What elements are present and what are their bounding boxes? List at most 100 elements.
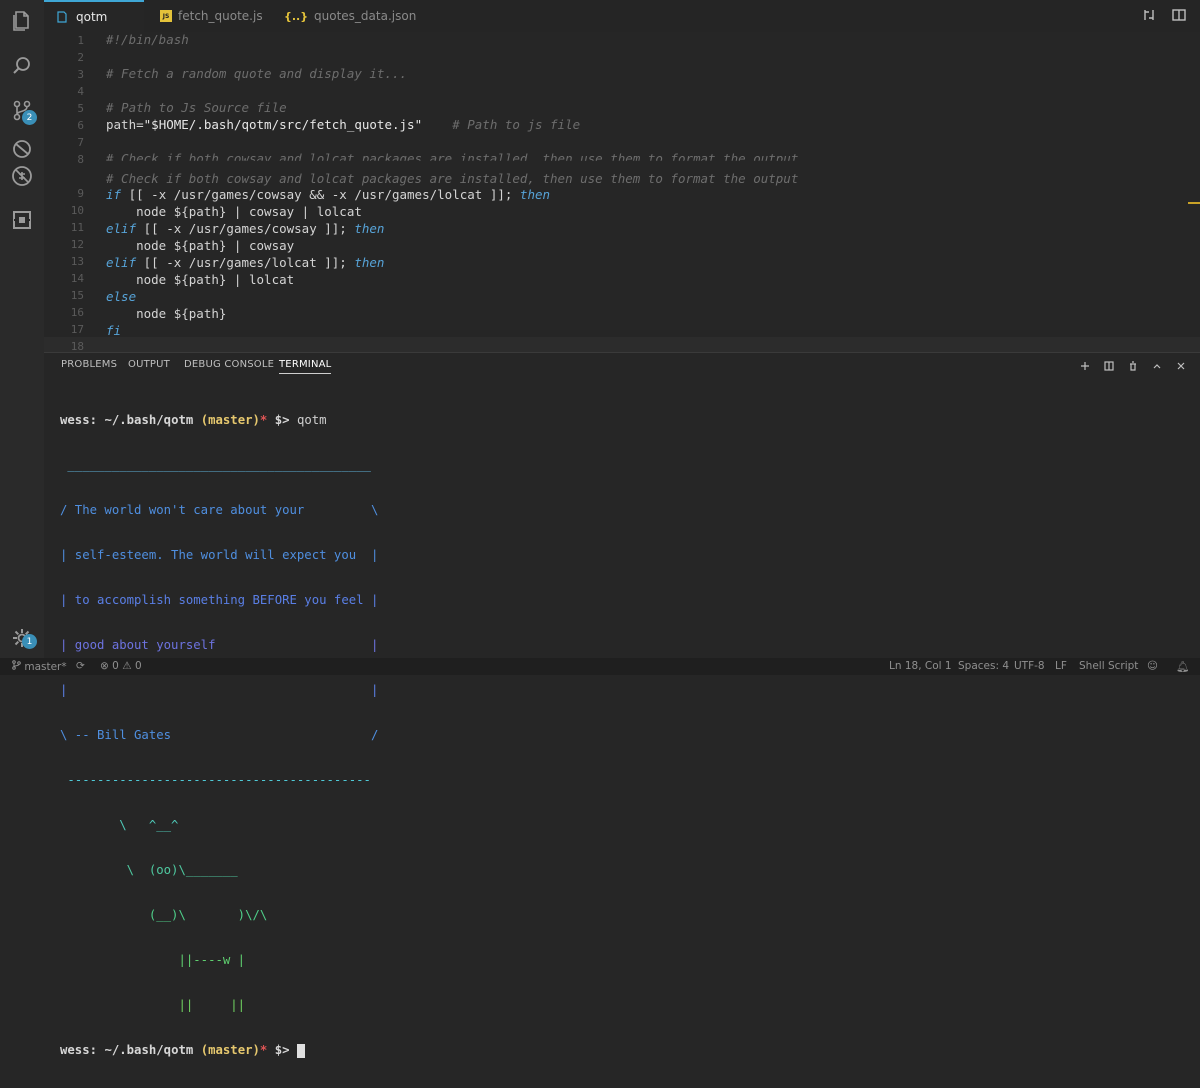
line-number: 5 [77,102,84,115]
line-number: 8 [77,153,84,166]
tab-problems[interactable]: PROBLEMS [61,359,117,370]
line-number: 11 [70,221,84,234]
cursor-position[interactable]: Ln 18, Col 1 [889,660,952,672]
debug-icon[interactable] [0,136,44,158]
terminal-prompt-line: wess: ~/.bash/qotm (master)* $> [60,1043,378,1058]
code-line-11: elif [[ -x /usr/games/cowsay ]]; then [106,221,384,236]
tab-fetch-quote[interactable]: JS fetch_quote.js [160,0,263,32]
add-terminal-icon[interactable] [1080,361,1090,371]
scm-count-badge: 2 [22,110,37,125]
code-line-17: fi [106,323,122,338]
js-file-icon: JS [160,10,172,22]
prompt-user: wess: [60,413,98,427]
tab-label: quotes_data.json [314,9,417,23]
line-number: 14 [70,272,84,285]
source-control-icon[interactable]: 2 [0,90,44,130]
branch-name: master* [24,661,67,673]
cowsay-line: \ (oo)\_______ [60,863,238,877]
code-line-16: node ${path} [106,306,227,321]
line-number: 3 [77,68,84,81]
code-token: [[ -x /usr/games/cowsay && -x /usr/games… [121,187,520,202]
code-editor[interactable]: 1 2 3 4 5 6 7 8 9 10 11 12 13 14 15 16 1… [44,32,1200,354]
prompt-dirty: * [259,413,268,427]
code-line-8: # Check if both cowsay and lolcat packag… [106,151,799,166]
code-string: "$HOME/.bash/qotm/src/fetch_quote.js" [143,117,423,132]
code-line-9: if [[ -x /usr/games/cowsay && -x /usr/ga… [106,187,550,202]
error-icon: ⊗ [100,660,109,672]
code-token: path= [106,117,144,132]
bottom-panel: PROBLEMS OUTPUT DEBUG CONSOLE TERMINAL w… [44,352,1200,1058]
remote-explorer-icon[interactable] [0,200,44,240]
code-comment: # Path to js file [452,117,581,132]
close-panel-icon[interactable] [1176,361,1186,371]
encoding[interactable]: UTF-8 [1014,660,1045,672]
line-number: 1 [77,34,84,47]
prompt-branch: (master) [200,413,260,427]
terminal-prompt-line: wess: ~/.bash/qotm (master)* $> qotm [60,413,378,428]
tab-quotes-data[interactable]: {..} quotes_data.json [284,0,416,32]
code-keyword: then [354,255,385,270]
sync-icon[interactable]: ⟳ [76,660,85,672]
search-icon[interactable] [0,46,44,86]
prompt-path: ~/.bash/qotm [104,1043,194,1057]
terminal[interactable]: wess: ~/.bash/qotm (master)* $> qotm ___… [60,383,378,1088]
code-line-12: node ${path} | cowsay [106,238,295,253]
explorer-icon[interactable] [0,0,44,40]
tab-debug-console[interactable]: DEBUG CONSOLE [184,359,274,370]
cowsay-line: ||----w | [60,953,246,967]
code-line-6: path="$HOME/.bash/qotm/src/fetch_quote.j… [106,117,580,132]
code-keyword: then [354,221,385,236]
code-token: [[ -x /usr/games/lolcat ]]; [136,255,355,270]
line-ending[interactable]: LF [1055,660,1067,672]
language-mode[interactable]: Shell Script [1079,660,1138,672]
tab-terminal[interactable]: TERMINAL [279,359,332,374]
line-number: 7 [77,136,84,149]
code-keyword: elif [106,255,137,270]
code-line-10: node ${path} | cowsay | lolcat [106,204,362,219]
cowsay-line: | good about yourself | [60,638,379,652]
tab-output[interactable]: OUTPUT [128,359,170,370]
code-keyword: then [519,187,551,202]
branch-status[interactable]: master* [12,660,67,673]
json-file-icon: {..} [284,9,309,23]
line-number: 13 [70,255,84,268]
indentation[interactable]: Spaces: 4 [958,660,1009,672]
activity-bar: 2 1 [0,0,44,658]
trash-icon[interactable] [1128,361,1138,371]
code-line-5: # Path to Js Source file [106,100,287,115]
feedback-smiley-icon[interactable]: ☺ [1147,660,1158,672]
prompt-dirty: * [259,1043,268,1057]
tab-qotm[interactable]: qotm [44,0,144,32]
prompt-path: ~/.bash/qotm [104,413,194,427]
settings-badge: 1 [22,634,37,649]
maximize-panel-icon[interactable] [1152,361,1162,371]
tab-label: fetch_quote.js [178,9,263,23]
line-number: 6 [77,119,84,132]
open-changes-icon[interactable] [1142,8,1156,22]
warning-icon: ⚠ [122,660,132,672]
status-bar: master* ⟳ ⊗ 0 ⚠ 0 Ln 18, Col 1 Spaces: 4… [0,658,1200,675]
problems-status[interactable]: ⊗ 0 ⚠ 0 [100,660,142,672]
error-count: 0 [112,660,119,672]
cowsay-line: | | [60,683,379,697]
line-number: 16 [70,306,84,319]
warning-count: 0 [134,660,142,672]
editor-tabs: qotm JS fetch_quote.js {..} quotes_data.… [44,0,1200,32]
prompt-branch: (master) [200,1043,260,1057]
notifications-bell-icon[interactable]: 🔔︎ [1176,660,1189,673]
code-line-15: else [106,289,137,304]
code-line-13: elif [[ -x /usr/games/lolcat ]]; then [106,255,384,270]
settings-gear-icon[interactable]: 1 [0,618,44,658]
extensions-icon[interactable] [0,156,44,196]
line-number: 10 [70,204,84,217]
line-number: 12 [70,238,84,251]
line-number: 9 [77,187,84,200]
line-number: 2 [77,51,84,64]
split-editor-icon[interactable] [1172,8,1186,22]
cowsay-line: (__)\ )\/\ [60,908,268,922]
split-terminal-icon[interactable] [1104,361,1114,371]
code-keyword: elif [106,221,137,236]
code-line-9-comment: # Check if both cowsay and lolcat packag… [106,171,799,186]
cowsay-line: || || [60,998,246,1012]
code-keyword: if [106,187,122,202]
